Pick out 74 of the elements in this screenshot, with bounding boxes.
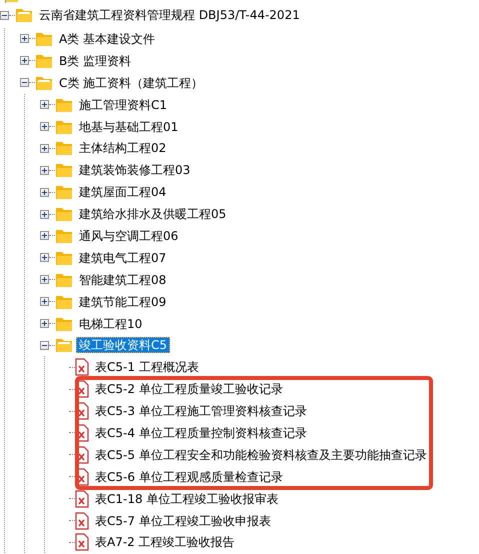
- plus-icon: [21, 57, 28, 64]
- tree-item[interactable]: C类 施工资料（建筑工程）: [56, 74, 206, 91]
- folder-icon: [55, 250, 73, 266]
- folder-icon: [55, 162, 73, 178]
- expand-toggle[interactable]: [20, 34, 29, 44]
- plus-icon: [41, 123, 48, 130]
- document-x-icon: [75, 533, 89, 552]
- tree-item[interactable]: 地基与基础工程01: [76, 118, 182, 134]
- tree-item[interactable]: 表C5-3 单位工程施工管理资料核查记录: [92, 403, 310, 420]
- tree-item[interactable]: 竣工验收资料C5: [76, 337, 170, 354]
- expand-toggle[interactable]: [40, 297, 49, 306]
- plus-icon: [41, 232, 48, 240]
- collapse-toggle[interactable]: [20, 78, 29, 88]
- plus-icon: [41, 188, 48, 196]
- tree-item[interactable]: 云南省建筑工程资料管理规程 DBJ53/T-44-2021: [36, 7, 303, 23]
- folder-icon: [55, 228, 73, 244]
- tree-item[interactable]: 智能建筑工程08: [76, 272, 170, 288]
- tree-item[interactable]: 表C5-6 单位工程观感质量检查记录: [92, 468, 286, 485]
- expand-toggle[interactable]: [40, 253, 49, 262]
- plus-icon: [41, 320, 48, 328]
- tree-item[interactable]: 表C5-2 单位工程质量竣工验收记录: [92, 381, 286, 398]
- plus-icon: [41, 298, 48, 306]
- expand-toggle[interactable]: [40, 319, 49, 328]
- folder-icon: [55, 118, 73, 134]
- folder-icon: [55, 206, 73, 222]
- document-x-icon: [75, 358, 89, 376]
- plus-icon: [41, 276, 48, 284]
- tree-item[interactable]: 电梯工程10: [76, 316, 146, 332]
- expand-toggle[interactable]: [40, 188, 49, 197]
- folder-icon: [55, 96, 73, 113]
- tree-item[interactable]: 施工管理资料C1: [76, 96, 170, 113]
- folder-icon: [15, 7, 33, 23]
- plus-icon: [41, 166, 48, 174]
- expand-toggle[interactable]: [40, 210, 49, 219]
- folder-icon: [35, 30, 53, 47]
- expand-toggle[interactable]: [40, 231, 49, 240]
- tree-item[interactable]: 表C5-5 单位工程安全和功能检验资料核查及主要功能抽查记录: [92, 446, 430, 463]
- expand-toggle[interactable]: [40, 100, 49, 110]
- folder-icon: [55, 272, 73, 288]
- expand-toggle[interactable]: [40, 144, 49, 153]
- collapse-toggle[interactable]: [40, 340, 49, 350]
- tree-item[interactable]: 建筑给水排水及供暖工程05: [76, 206, 230, 222]
- tree-item[interactable]: A类 基本建设文件: [56, 30, 158, 47]
- plus-icon: [41, 210, 48, 218]
- tree-item[interactable]: 表C1-18 单位工程竣工验收报审表: [92, 490, 282, 507]
- tree-item[interactable]: 表A7-2 工程竣工验收报告: [92, 534, 238, 550]
- collapse-toggle[interactable]: [0, 10, 9, 20]
- tree-item[interactable]: 表C5-1 工程概况表: [92, 359, 202, 376]
- folder-icon: [55, 184, 73, 200]
- tree-item[interactable]: 主体结构工程02: [76, 140, 170, 156]
- tree-item[interactable]: 表C5-7 单位工程竣工验收申报表: [92, 512, 274, 529]
- folder-icon: [35, 74, 53, 91]
- tree-item[interactable]: 通风与空调工程06: [76, 228, 182, 244]
- folder-icon: [55, 316, 73, 332]
- expand-toggle[interactable]: [40, 122, 49, 131]
- expand-toggle[interactable]: [20, 56, 29, 66]
- plus-icon: [41, 101, 48, 108]
- folder-icon: [55, 294, 73, 310]
- document-x-icon: [75, 512, 89, 530]
- tree-item[interactable]: 建筑装饰装修工程03: [76, 162, 194, 178]
- tree-item[interactable]: 建筑节能工程09: [76, 294, 170, 310]
- folder-icon: [55, 337, 73, 354]
- plus-icon: [21, 35, 28, 42]
- expand-toggle[interactable]: [40, 166, 49, 175]
- folder-icon: [35, 52, 53, 69]
- plus-icon: [41, 144, 48, 152]
- tree-item[interactable]: B类 监理资料: [56, 52, 134, 69]
- expand-toggle[interactable]: [40, 275, 49, 284]
- plus-icon: [41, 254, 48, 262]
- tree-item[interactable]: 建筑电气工程07: [76, 250, 170, 266]
- document-x-icon: [75, 490, 89, 508]
- folder-icon: [55, 140, 73, 156]
- tree-item[interactable]: 建筑屋面工程04: [76, 184, 170, 200]
- tree-item[interactable]: 表C5-4 单位工程质量控制资料核查记录: [92, 424, 310, 441]
